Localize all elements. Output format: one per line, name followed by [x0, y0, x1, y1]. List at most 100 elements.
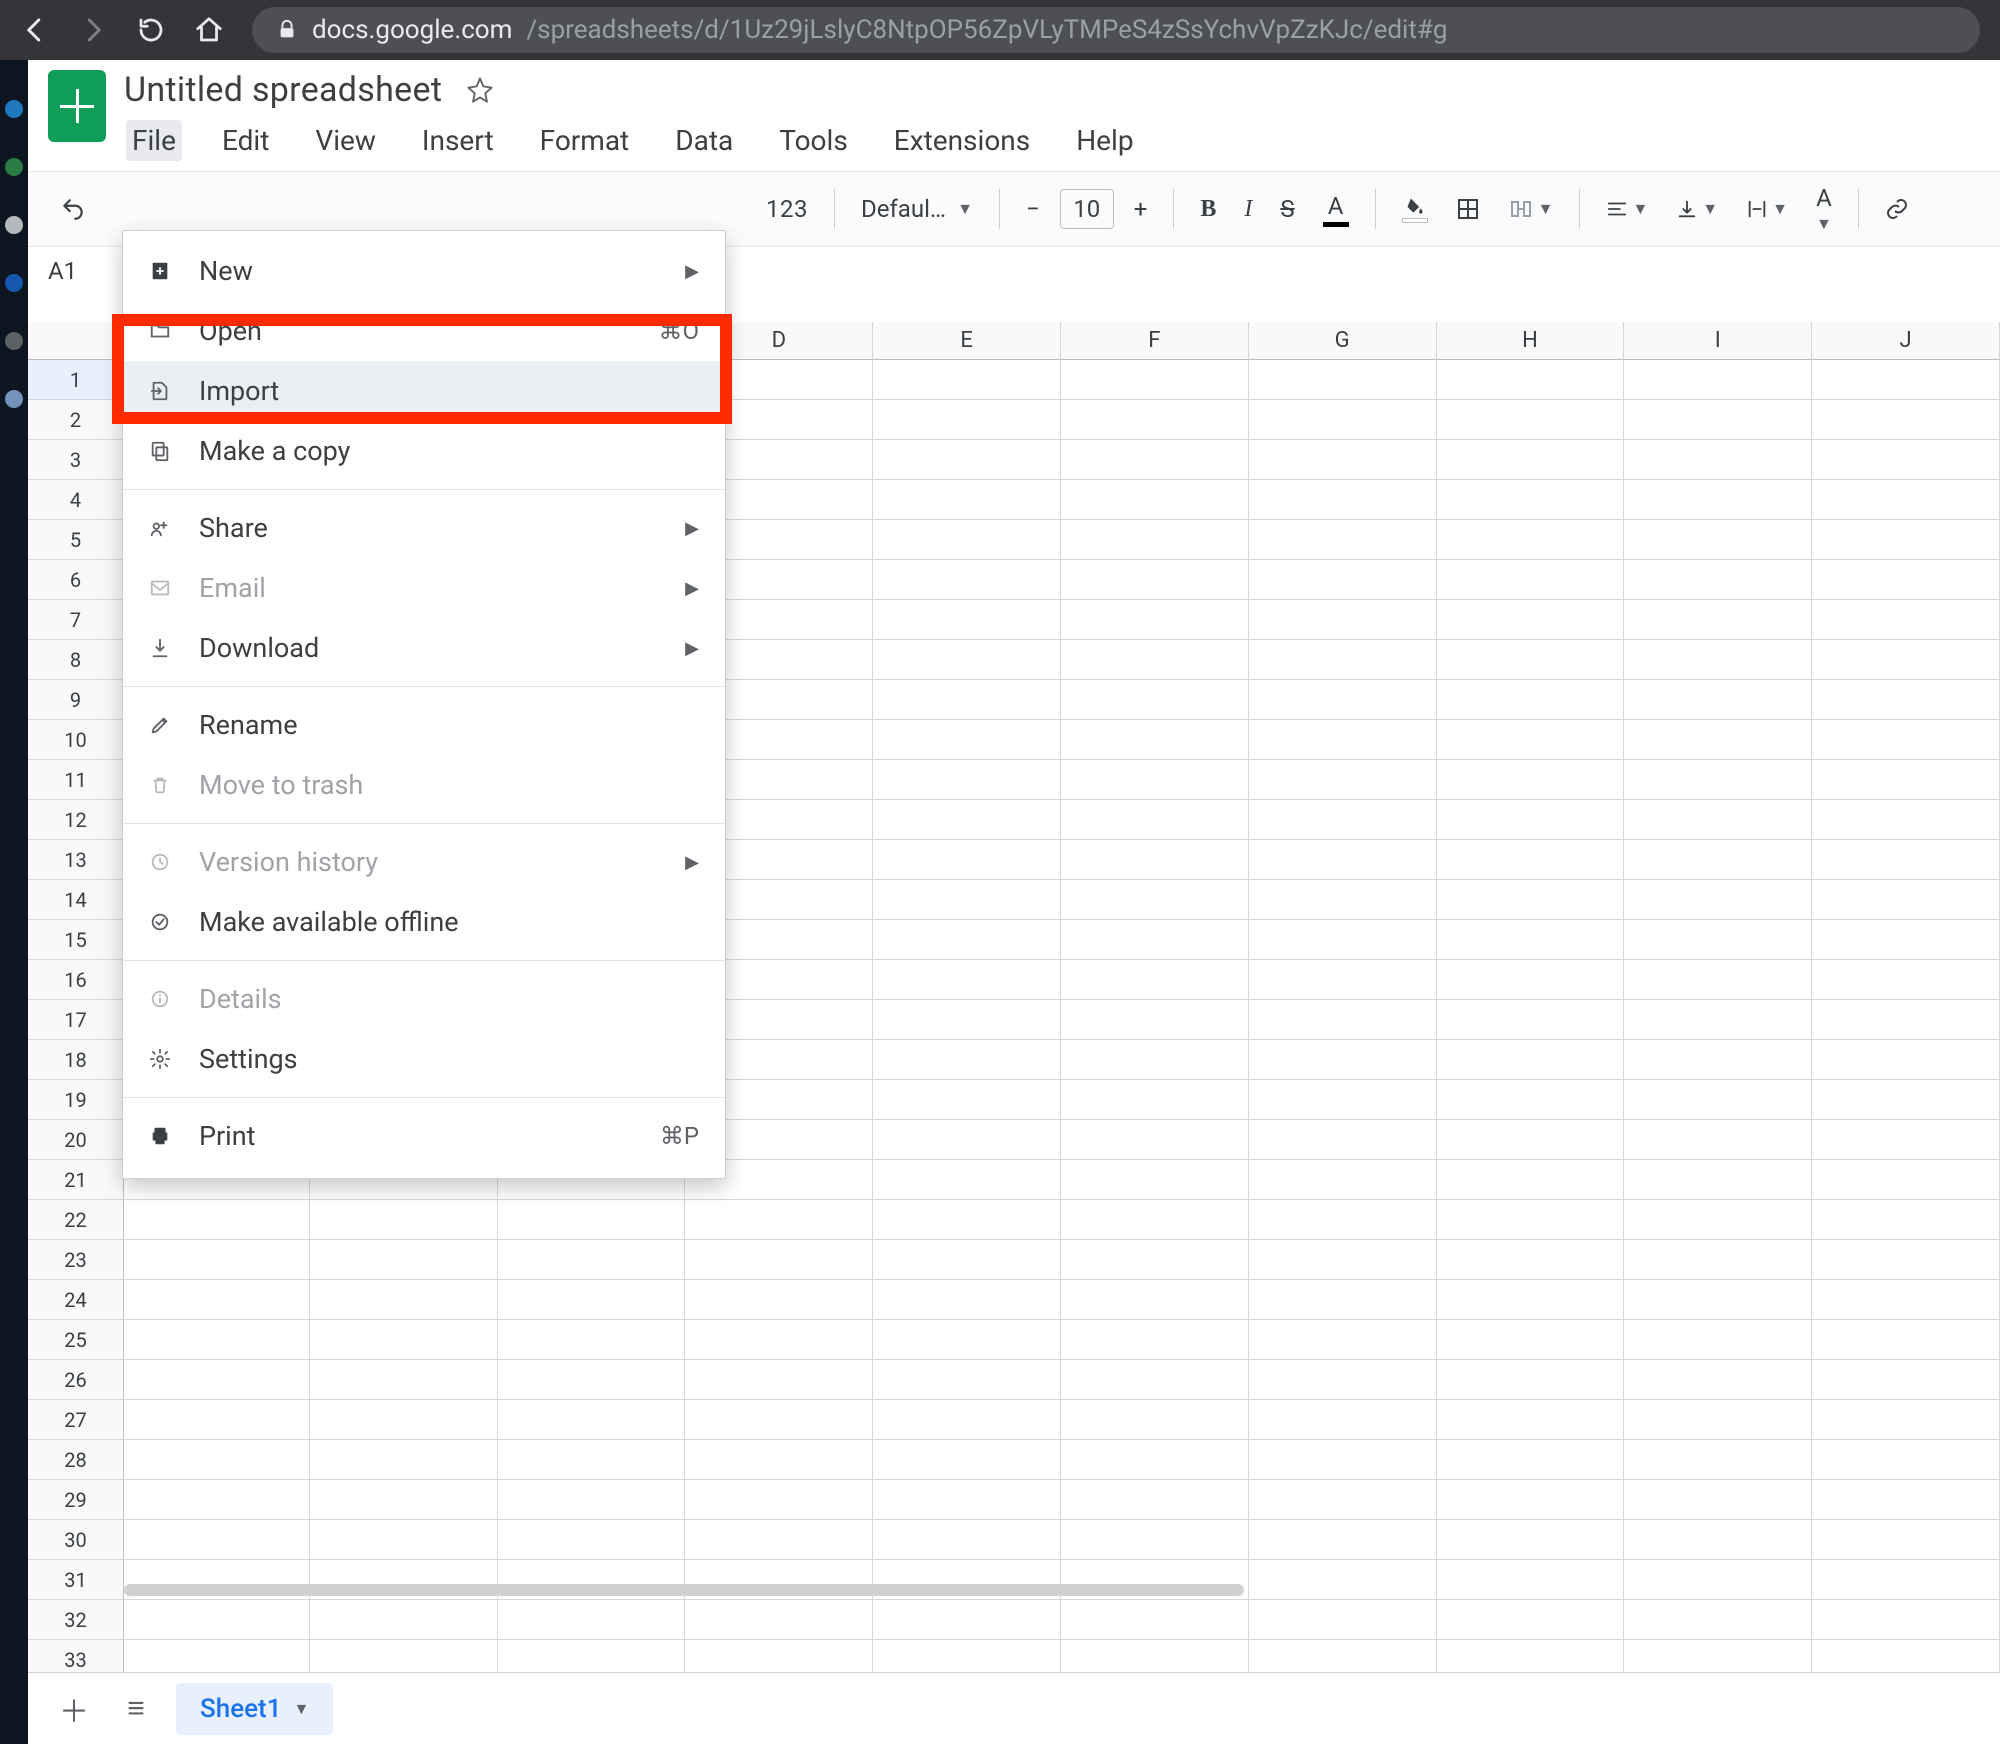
- cell[interactable]: [1437, 1600, 1625, 1640]
- cell[interactable]: [1812, 1000, 2000, 1040]
- row-header[interactable]: 15: [28, 920, 124, 960]
- cell[interactable]: [1249, 1440, 1437, 1480]
- cell[interactable]: [1061, 1120, 1249, 1160]
- cell[interactable]: [873, 1120, 1061, 1160]
- cell[interactable]: [1249, 960, 1437, 1000]
- cell[interactable]: [1437, 1360, 1625, 1400]
- cell[interactable]: [873, 1080, 1061, 1120]
- cell[interactable]: [1061, 400, 1249, 440]
- horizontal-scrollbar[interactable]: [124, 1580, 1990, 1600]
- row-header[interactable]: 31: [28, 1560, 124, 1600]
- cell[interactable]: [1061, 640, 1249, 680]
- cell[interactable]: [1812, 720, 2000, 760]
- file-menu-new[interactable]: New ▶: [123, 241, 725, 301]
- cell[interactable]: [1061, 1080, 1249, 1120]
- cell[interactable]: [1624, 840, 1812, 880]
- cell[interactable]: [1061, 1000, 1249, 1040]
- cell[interactable]: [1624, 1600, 1812, 1640]
- insert-link-button[interactable]: [1877, 191, 1917, 227]
- cell[interactable]: [1812, 520, 2000, 560]
- row-header[interactable]: 6: [28, 560, 124, 600]
- cell[interactable]: [685, 1360, 873, 1400]
- number-format-button[interactable]: 123: [758, 189, 816, 229]
- cell[interactable]: [1249, 1120, 1437, 1160]
- cell[interactable]: [124, 1280, 310, 1320]
- column-header[interactable]: J: [1812, 322, 2000, 360]
- cell[interactable]: [873, 1160, 1061, 1200]
- cell[interactable]: [685, 1520, 873, 1560]
- cell[interactable]: [1812, 920, 2000, 960]
- cell[interactable]: [1624, 440, 1812, 480]
- cell[interactable]: [1812, 1040, 2000, 1080]
- cell[interactable]: [873, 1360, 1061, 1400]
- cell[interactable]: [124, 1600, 310, 1640]
- cell[interactable]: [498, 1600, 686, 1640]
- file-menu-rename[interactable]: Rename: [123, 695, 725, 755]
- cell[interactable]: [1249, 480, 1437, 520]
- cell[interactable]: [1249, 1400, 1437, 1440]
- cell[interactable]: [1437, 1480, 1625, 1520]
- cell[interactable]: [1812, 1480, 2000, 1520]
- cell[interactable]: [1249, 1360, 1437, 1400]
- column-header[interactable]: G: [1249, 322, 1437, 360]
- cell[interactable]: [1624, 800, 1812, 840]
- cell[interactable]: [1437, 880, 1625, 920]
- row-header[interactable]: 1: [28, 360, 124, 400]
- cell[interactable]: [1624, 1080, 1812, 1120]
- cell[interactable]: [1061, 1240, 1249, 1280]
- cell[interactable]: [1437, 560, 1625, 600]
- cell[interactable]: [1249, 400, 1437, 440]
- cell[interactable]: [1249, 1280, 1437, 1320]
- row-header[interactable]: 9: [28, 680, 124, 720]
- cell[interactable]: [1061, 1200, 1249, 1240]
- column-header[interactable]: E: [873, 322, 1061, 360]
- menu-tools[interactable]: Tools: [773, 120, 854, 161]
- cell[interactable]: [1437, 960, 1625, 1000]
- file-menu-import[interactable]: Import: [123, 361, 725, 421]
- cell[interactable]: [1061, 1320, 1249, 1360]
- cell[interactable]: [1061, 960, 1249, 1000]
- cell[interactable]: [1061, 920, 1249, 960]
- cell[interactable]: [873, 920, 1061, 960]
- row-header[interactable]: 27: [28, 1400, 124, 1440]
- cell[interactable]: [1249, 600, 1437, 640]
- cell[interactable]: [124, 1320, 310, 1360]
- doc-title[interactable]: Untitled spreadsheet: [124, 70, 442, 110]
- text-rotation-button[interactable]: A▼: [1808, 178, 1840, 240]
- cell[interactable]: [1437, 800, 1625, 840]
- row-header[interactable]: 11: [28, 760, 124, 800]
- cell[interactable]: [1812, 1600, 2000, 1640]
- cell[interactable]: [1812, 1440, 2000, 1480]
- italic-button[interactable]: I: [1236, 190, 1260, 229]
- horizontal-align-button[interactable]: ▼: [1598, 192, 1656, 226]
- cell[interactable]: [498, 1240, 686, 1280]
- cell[interactable]: [1624, 640, 1812, 680]
- cell[interactable]: [1249, 1320, 1437, 1360]
- cell[interactable]: [685, 1320, 873, 1360]
- cell[interactable]: [685, 1280, 873, 1320]
- nav-home-button[interactable]: [194, 15, 224, 45]
- cell[interactable]: [124, 1360, 310, 1400]
- cell[interactable]: [1437, 1240, 1625, 1280]
- name-box[interactable]: A1: [48, 257, 77, 285]
- cell[interactable]: [1061, 600, 1249, 640]
- cell[interactable]: [873, 1040, 1061, 1080]
- row-header[interactable]: 7: [28, 600, 124, 640]
- file-menu-move-trash[interactable]: Move to trash: [123, 755, 725, 815]
- cell[interactable]: [1812, 1120, 2000, 1160]
- cell[interactable]: [873, 1520, 1061, 1560]
- merge-cells-button[interactable]: ▼: [1500, 191, 1562, 227]
- cell[interactable]: [1437, 1400, 1625, 1440]
- cell[interactable]: [1061, 1440, 1249, 1480]
- cell[interactable]: [310, 1240, 498, 1280]
- menu-data[interactable]: Data: [669, 120, 739, 161]
- cell[interactable]: [873, 760, 1061, 800]
- cell[interactable]: [1812, 680, 2000, 720]
- cell[interactable]: [498, 1520, 686, 1560]
- cell[interactable]: [1624, 920, 1812, 960]
- cell[interactable]: [873, 440, 1061, 480]
- cell[interactable]: [1624, 720, 1812, 760]
- cell[interactable]: [873, 960, 1061, 1000]
- cell[interactable]: [1812, 880, 2000, 920]
- cell[interactable]: [498, 1360, 686, 1400]
